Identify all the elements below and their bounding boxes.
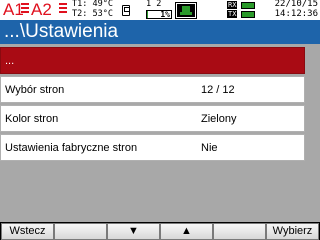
menu-item-factory-settings[interactable]: Ustawienia fabryczne stron Nie [0, 134, 305, 161]
menu-item-parent[interactable]: ... [0, 47, 305, 74]
rx-tx-indicator: RX TX [227, 1, 257, 19]
tx-lamp-icon [241, 11, 255, 18]
down-arrow-button[interactable]: ▼ [107, 223, 160, 240]
sd-card-icon [122, 5, 130, 16]
scrollbar[interactable] [307, 47, 320, 221]
softkey-2-button[interactable] [54, 223, 107, 240]
menu-item-label: Ustawienia fabryczne stron [5, 142, 138, 154]
menu-item-label: Wybór stron [5, 84, 65, 96]
menu-item-value: Nie [201, 142, 218, 154]
temperature-readout: T1: 49°C T2: 53°C [72, 0, 113, 19]
settings-menu: ... Wybór stron 12 / 12 Kolor stron Ziel… [0, 44, 305, 161]
storage-usage-text: 1% [160, 10, 170, 19]
alarm-2-level-icon [59, 3, 67, 16]
menu-item-value: Zielony [201, 113, 237, 125]
select-button[interactable]: Wybierz [266, 223, 319, 240]
rx-lamp-icon [241, 2, 255, 9]
time-readout: 14:12:36 [274, 8, 318, 19]
menu-item-label: ... [5, 55, 15, 67]
menu-item-value: 12 / 12 [201, 84, 235, 96]
back-button[interactable]: Wstecz [1, 223, 54, 240]
alarm-2-indicator: A2 [31, 0, 52, 19]
date-time: 22/10/15 14:12:36 [275, 0, 318, 19]
tx-label: TX [227, 10, 238, 18]
temperature-2: T2: 53°C [72, 8, 113, 19]
up-arrow-button[interactable]: ▲ [160, 223, 213, 240]
title-bar: ...\Ustawienia [0, 20, 320, 44]
menu-item-label: Kolor stron [5, 113, 59, 125]
menu-item-page-selection[interactable]: Wybór stron 12 / 12 [0, 76, 305, 103]
status-bar: A1 A2 T1: 49°C T2: 53°C 1 2 1% RX TX 22/1… [0, 0, 320, 20]
network-icon [175, 2, 197, 19]
menu-item-page-color[interactable]: Kolor stron Zielony [0, 105, 305, 132]
alarm-1-level-icon [21, 3, 29, 16]
page-title: ...\Ustawienia [4, 21, 119, 42]
softkey-5-button[interactable] [213, 223, 266, 240]
storage-usage-bar: 1% [146, 10, 172, 19]
softkey-bar: Wstecz ▼ ▲ Wybierz [0, 222, 320, 240]
channel-numbers: 1 2 [146, 0, 162, 9]
rx-label: RX [227, 1, 238, 9]
